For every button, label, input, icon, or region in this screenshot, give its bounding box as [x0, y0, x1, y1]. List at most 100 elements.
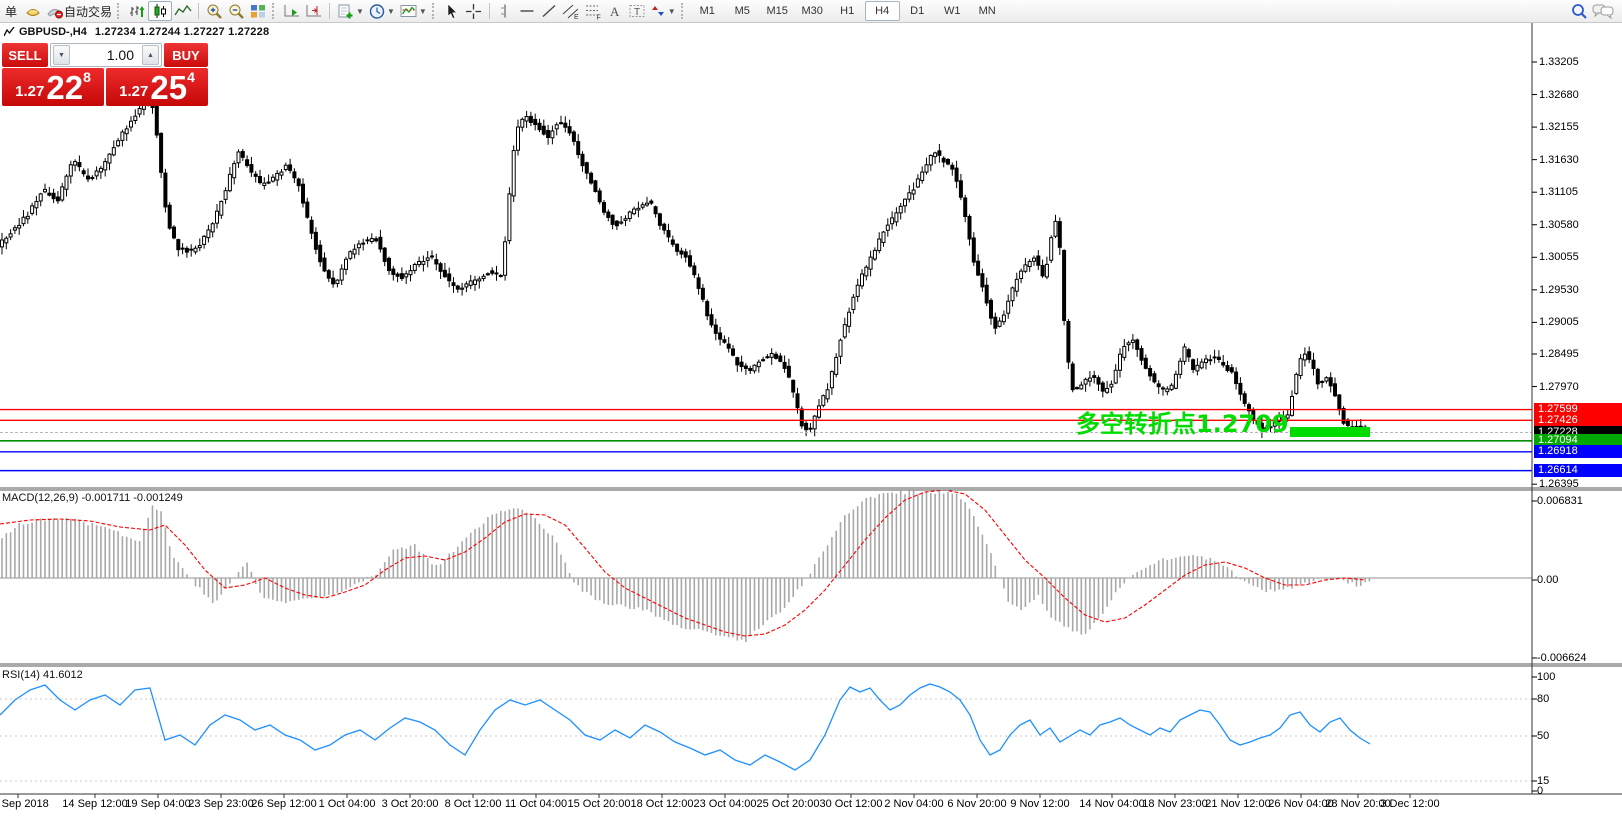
time-axis-label: 1 Oct 04:00: [319, 798, 376, 810]
timeframe-button-M30[interactable]: M30: [795, 1, 830, 21]
time-axis-label: 26 Nov 04:00: [1268, 798, 1333, 810]
candles-layer: [1, 95, 1367, 438]
bar-chart-button[interactable]: [126, 1, 148, 21]
cursor-tool-button[interactable]: [441, 1, 463, 21]
toolbar: 单 自动交易 ▼ ▼ ▼: [0, 0, 1622, 23]
time-axis-label: 8 Oct 12:00: [445, 798, 502, 810]
time-axis-label: 23 Oct 04:00: [694, 798, 757, 810]
zoom-in-button[interactable]: [203, 1, 225, 21]
macd-axis-tick: 0.006831: [1537, 495, 1583, 507]
time-axis-label: 6 Nov 20:00: [947, 798, 1006, 810]
tile-windows-button[interactable]: [247, 1, 269, 21]
new-order-icon[interactable]: [22, 1, 44, 21]
chart-shift-button[interactable]: [303, 1, 325, 21]
text-tool-button[interactable]: A: [604, 1, 626, 21]
macd-axis-tick: 0.00: [1537, 574, 1558, 586]
auto-scroll-button[interactable]: [281, 1, 303, 21]
timeframe-button-D1[interactable]: D1: [900, 1, 935, 21]
rsi-layer: [0, 684, 1532, 781]
volume-value[interactable]: 1.00: [70, 47, 142, 63]
auto-trading-button[interactable]: 自动交易: [44, 1, 114, 21]
price-axis-tick: 1.26395: [1539, 478, 1579, 490]
equidistant-channel-tool-button[interactable]: E: [560, 1, 582, 21]
buy-price-sup: 4: [187, 69, 195, 85]
price-tag: 1.27426: [1534, 414, 1622, 427]
volume-decrease-button[interactable]: ▼: [53, 45, 70, 65]
price-axis-tick: 1.29530: [1539, 284, 1579, 296]
price-axis-tick: 1.32155: [1539, 121, 1579, 133]
timeframe-button-M15[interactable]: M15: [760, 1, 795, 21]
time-axis-label: 11 Sep 2018: [0, 798, 49, 810]
price-tag: 1.26614: [1534, 464, 1622, 477]
time-axis-label: 18 Nov 23:00: [1142, 798, 1207, 810]
volume-increase-button[interactable]: ▲: [142, 45, 159, 65]
chevron-down-icon: ▼: [387, 7, 395, 16]
crosshair-tool-button[interactable]: [463, 1, 485, 21]
time-axis-label: 11 Oct 04:00: [505, 798, 567, 810]
price-axis-tick: 1.32680: [1539, 89, 1579, 101]
arrows-tool-button[interactable]: ▼: [648, 1, 678, 21]
timeframe-button-M5[interactable]: M5: [725, 1, 760, 21]
buy-price-big: 25: [150, 73, 187, 103]
fibonacci-tool-button[interactable]: F: [582, 1, 604, 21]
rsi-label: RSI(14) 41.6012: [2, 669, 83, 681]
time-axis-label: 2 Nov 04:00: [884, 798, 943, 810]
chart-canvas[interactable]: [0, 0, 1622, 820]
time-axis-label: 18 Oct 12:00: [631, 798, 694, 810]
chevron-down-icon: ▼: [356, 7, 364, 16]
price-axis-tick: 1.31105: [1539, 186, 1578, 198]
time-axis-label: 14 Sep 12:00: [62, 798, 127, 810]
indicators-button[interactable]: ▼: [397, 1, 429, 21]
macd-label: MACD(12,26,9) -0.001711 -0.001249: [2, 492, 183, 504]
price-axis-tick: 1.31630: [1539, 154, 1579, 166]
line-chart-button[interactable]: [172, 1, 194, 21]
buy-button[interactable]: BUY: [164, 43, 208, 67]
time-axis-label: 3 Oct 20:00: [382, 798, 439, 810]
rsi-axis-tick: 50: [1537, 730, 1549, 742]
buy-price-box[interactable]: 1.27 25 4: [106, 68, 208, 106]
time-axis-label: 30 Oct 12:00: [820, 798, 883, 810]
rsi-axis-tick: 0: [1537, 785, 1543, 797]
price-tag: 1.26918: [1534, 445, 1622, 458]
auto-trading-label: 自动交易: [64, 3, 112, 20]
chat-icon[interactable]: [1590, 1, 1616, 21]
one-click-trading-panel: SELL ▼ 1.00 ▲ BUY 1.27 22 8 1.27 25 4: [2, 43, 208, 106]
sell-button[interactable]: SELL: [2, 43, 48, 67]
macd-layer: [0, 490, 1532, 642]
time-axis-label: 3 Dec 12:00: [1380, 798, 1439, 810]
timeframe-button-M1[interactable]: M1: [690, 1, 725, 21]
rsi-axis-tick: 80: [1537, 693, 1549, 705]
chart-window[interactable]: GBPUSD-,H4 1.27234 1.27244 1.27227 1.272…: [0, 0, 1622, 820]
zoom-out-button[interactable]: [225, 1, 247, 21]
time-axis-label: 14 Nov 04:00: [1079, 798, 1144, 810]
price-axis-tick: 1.30580: [1539, 219, 1579, 231]
annotation-highlight-rect: [1290, 427, 1370, 437]
text-label-tool-button[interactable]: T: [626, 1, 648, 21]
horizontal-line-tool-button[interactable]: [516, 1, 538, 21]
volume-spinner[interactable]: ▼ 1.00 ▲: [50, 43, 162, 67]
trendline-tool-button[interactable]: [538, 1, 560, 21]
svg-text:T: T: [634, 7, 640, 18]
chart-mini-icon: [4, 27, 15, 37]
candlestick-chart-button[interactable]: [148, 1, 172, 21]
order-button[interactable]: 单: [0, 1, 22, 21]
buy-price-small: 1.27: [119, 83, 148, 100]
price-axis-tick: 1.30055: [1539, 251, 1579, 263]
auto-trading-icon: [46, 3, 64, 19]
timeframe-button-W1[interactable]: W1: [935, 1, 970, 21]
timeframe-button-H1[interactable]: H1: [830, 1, 865, 21]
sell-price-box[interactable]: 1.27 22 8: [2, 68, 104, 106]
new-chart-button[interactable]: ▼: [334, 1, 366, 21]
timeframe-button-MN[interactable]: MN: [970, 1, 1005, 21]
svg-text:F: F: [596, 14, 600, 20]
macd-axis-tick: -0.006624: [1537, 652, 1587, 664]
price-axis-tick: 1.27970: [1539, 381, 1579, 393]
sell-price-sup: 8: [83, 69, 91, 85]
profiles-button[interactable]: ▼: [366, 1, 397, 21]
timeframe-button-H4[interactable]: H4: [865, 1, 900, 21]
chevron-down-icon: ▼: [419, 7, 427, 16]
time-axis-label: 26 Sep 12:00: [251, 798, 316, 810]
search-icon[interactable]: [1568, 1, 1590, 21]
sell-price-big: 22: [46, 73, 83, 103]
vertical-line-tool-button[interactable]: [494, 1, 516, 21]
